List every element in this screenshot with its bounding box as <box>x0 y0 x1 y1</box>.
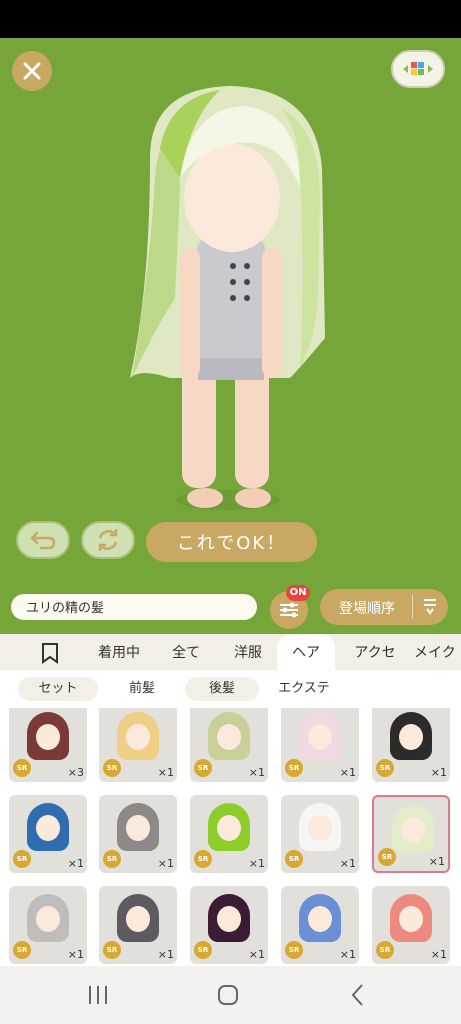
undo-icon <box>30 531 56 550</box>
face-thumbnail <box>126 724 150 750</box>
hair-item-selected[interactable]: SR ×1 <box>372 795 450 873</box>
search-bar: ユリの精の髪 ON 登場順序 <box>0 579 461 634</box>
rarity-badge: SR <box>194 759 212 777</box>
item-quantity: ×1 <box>248 857 265 870</box>
sort-icon <box>424 599 436 615</box>
item-quantity: ×1 <box>428 855 445 868</box>
face-thumbnail <box>126 815 150 841</box>
sort-divider <box>412 595 413 619</box>
system-nav-bar <box>0 966 461 1024</box>
item-quantity: ×1 <box>67 948 84 961</box>
subtab-set[interactable]: セット <box>18 677 98 701</box>
rarity-badge: SR <box>285 850 303 868</box>
rarity-badge: SR <box>194 850 212 868</box>
hair-item[interactable]: SR ×1 <box>372 708 450 782</box>
item-quantity: ×1 <box>339 766 356 779</box>
item-name-field[interactable]: ユリの精の髪 <box>11 594 257 620</box>
rarity-badge: SR <box>13 941 31 959</box>
hair-item[interactable]: SR ×1 <box>9 886 87 964</box>
avatar-character <box>130 86 325 510</box>
item-quantity: ×1 <box>248 948 265 961</box>
hair-item[interactable]: SR ×1 <box>190 708 268 782</box>
subtab-bangs[interactable]: 前髪 <box>104 677 180 701</box>
face-thumbnail <box>217 815 241 841</box>
rarity-badge: SR <box>103 941 121 959</box>
hair-item[interactable]: SR ×1 <box>281 795 359 873</box>
item-quantity: ×1 <box>157 857 174 870</box>
rarity-badge: SR <box>376 941 394 959</box>
hair-item[interactable]: SR ×1 <box>281 708 359 782</box>
face-thumbnail <box>36 906 60 932</box>
confirm-ok-button[interactable]: これでOK！ <box>146 522 317 562</box>
rarity-badge: SR <box>103 850 121 868</box>
rarity-badge: SR <box>13 850 31 868</box>
hair-item[interactable]: SR ×1 <box>9 795 87 873</box>
face-thumbnail <box>217 906 241 932</box>
face-thumbnail <box>36 724 60 750</box>
hair-item[interactable]: SR ×1 <box>190 795 268 873</box>
rarity-badge: SR <box>103 759 121 777</box>
tab-all[interactable]: 全て <box>160 634 212 670</box>
subtab-back-hair[interactable]: 後髪 <box>185 677 259 701</box>
hair-item[interactable]: SR ×1 <box>99 708 177 782</box>
tab-wearing[interactable]: 着用中 <box>88 634 150 670</box>
undo-button[interactable] <box>16 521 70 559</box>
category-tabs: 着用中 全て 洋服 ヘア アクセ メイク <box>0 634 461 670</box>
rarity-badge: SR <box>285 759 303 777</box>
item-quantity: ×1 <box>157 766 174 779</box>
face-thumbnail <box>401 817 425 843</box>
face-thumbnail <box>126 906 150 932</box>
tab-bookmark[interactable] <box>28 634 72 670</box>
recent-apps-icon[interactable] <box>86 984 110 1006</box>
hair-subtabs: セット 前髪 後髪 エクステ <box>0 670 461 708</box>
filter-on-badge: ON <box>286 585 310 601</box>
item-quantity: ×3 <box>67 766 84 779</box>
rarity-badge: SR <box>13 759 31 777</box>
status-bar <box>0 0 461 38</box>
tab-hair[interactable]: ヘア <box>277 634 335 670</box>
character-stage: これでOK！ <box>0 38 461 579</box>
rotate-button[interactable] <box>81 521 135 559</box>
face-thumbnail <box>308 906 332 932</box>
rarity-badge: SR <box>376 759 394 777</box>
item-quantity: ×1 <box>67 857 84 870</box>
rarity-badge: SR <box>285 941 303 959</box>
rotate-icon <box>98 529 118 551</box>
tab-clothes[interactable]: 洋服 <box>222 634 274 670</box>
hair-item[interactable]: SR ×1 <box>99 795 177 873</box>
hair-item[interactable]: SR ×1 <box>372 886 450 964</box>
face-thumbnail <box>217 724 241 750</box>
face-thumbnail <box>36 815 60 841</box>
bookmark-icon <box>42 643 58 664</box>
item-quantity: ×1 <box>339 948 356 961</box>
face-thumbnail <box>308 815 332 841</box>
tab-makeup[interactable]: メイク <box>414 634 461 670</box>
item-quantity: ×1 <box>430 766 447 779</box>
rarity-badge: SR <box>194 941 212 959</box>
face-thumbnail <box>308 724 332 750</box>
back-icon[interactable] <box>350 983 366 1007</box>
hair-item-grid: SR ×3 SR ×1 SR ×1 SR ×1 SR ×1 SR ×1 SR ×… <box>0 708 461 966</box>
hair-item[interactable]: SR ×1 <box>281 886 359 964</box>
item-quantity: ×1 <box>157 948 174 961</box>
item-quantity: ×1 <box>248 766 265 779</box>
hair-item[interactable]: SR ×1 <box>190 886 268 964</box>
sort-label: 登場順序 <box>339 601 395 617</box>
item-quantity: ×1 <box>430 948 447 961</box>
face-thumbnail <box>399 906 423 932</box>
subtab-extensions[interactable]: エクステ <box>265 677 343 701</box>
item-quantity: ×1 <box>339 857 356 870</box>
tab-accessory[interactable]: アクセ <box>344 634 406 670</box>
rarity-badge: SR <box>378 848 396 866</box>
sort-order-button[interactable]: 登場順序 <box>320 589 448 625</box>
face-thumbnail <box>399 724 423 750</box>
hair-item[interactable]: SR ×3 <box>9 708 87 782</box>
hair-item[interactable]: SR ×1 <box>99 886 177 964</box>
home-icon[interactable] <box>216 983 240 1007</box>
